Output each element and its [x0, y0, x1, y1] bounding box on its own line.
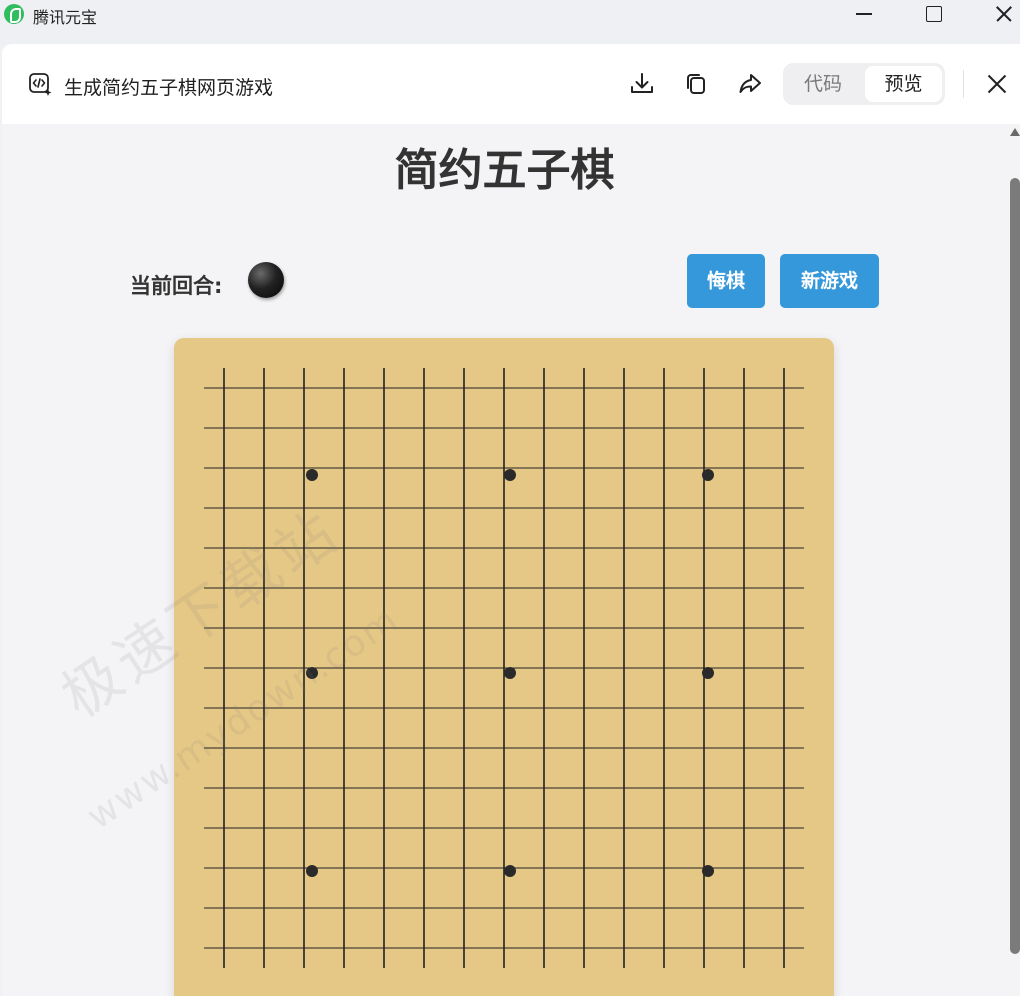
minimize-button[interactable]: [834, 0, 894, 30]
app-logo-icon: [4, 4, 24, 24]
panel-header: 生成简约五子棋网页游戏 代码 预览: [2, 44, 1020, 124]
view-toggle: 代码 预览: [783, 63, 945, 105]
tab-preview[interactable]: 预览: [865, 66, 942, 102]
panel-title: 生成简约五子棋网页游戏: [64, 77, 274, 99]
copy-icon[interactable]: [682, 70, 710, 98]
download-icon[interactable]: [628, 70, 656, 98]
star-point: [504, 469, 516, 481]
app-title: 腾讯元宝: [33, 8, 98, 27]
star-point: [504, 667, 516, 679]
star-point: [306, 865, 318, 877]
window-close-button[interactable]: [974, 0, 1020, 30]
star-point: [702, 667, 714, 679]
star-point: [306, 469, 318, 481]
scrollbar[interactable]: [1007, 124, 1020, 996]
share-icon[interactable]: [736, 70, 764, 98]
header-divider: [963, 70, 964, 98]
scroll-up-icon[interactable]: [1010, 128, 1020, 136]
star-point: [504, 865, 516, 877]
tab-code[interactable]: 代码: [783, 66, 863, 102]
scrollbar-thumb[interactable]: [1010, 178, 1020, 954]
current-turn-stone: [248, 262, 284, 298]
code-icon: [29, 73, 52, 96]
board-grid[interactable]: [174, 338, 834, 996]
star-point: [306, 667, 318, 679]
preview-area: 简约五子棋 当前回合: 悔棋 新游戏 极速下载站 www.mydown.com: [2, 124, 1007, 996]
window-titlebar: 腾讯元宝: [0, 0, 1020, 44]
star-point: [702, 865, 714, 877]
game-title: 简约五子棋: [394, 145, 615, 196]
maximize-button[interactable]: [904, 0, 964, 30]
new-game-button[interactable]: 新游戏: [780, 254, 879, 308]
turn-label: 当前回合:: [130, 274, 223, 298]
undo-button[interactable]: 悔棋: [687, 254, 765, 308]
close-icon[interactable]: [985, 72, 1009, 96]
star-point: [702, 469, 714, 481]
game-board[interactable]: [174, 338, 834, 996]
